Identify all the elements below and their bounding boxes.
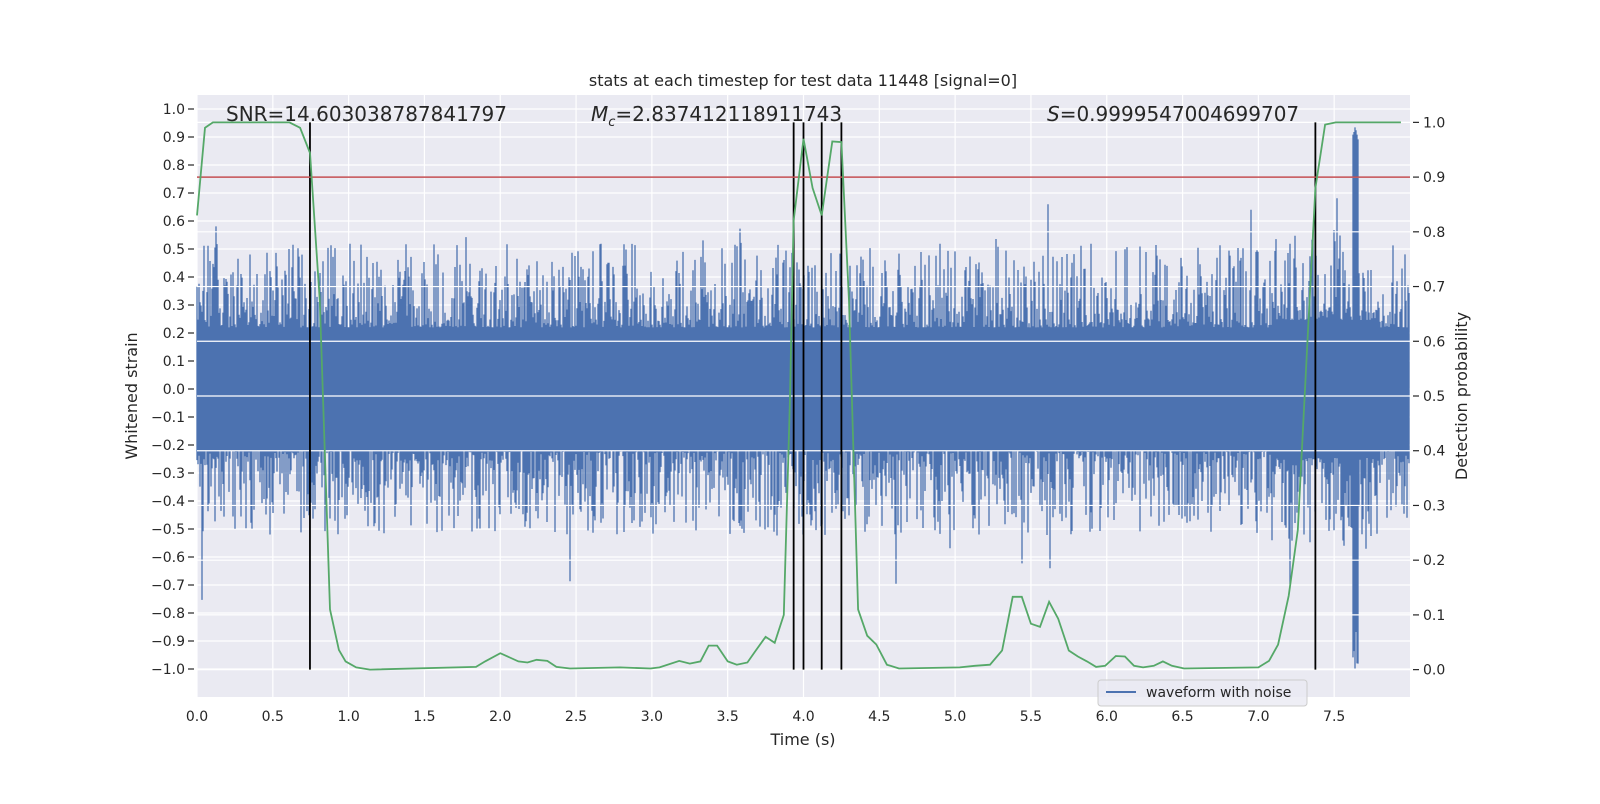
right-tick-label: 0.6 [1423,334,1445,350]
left-tick-label: −0.4 [151,494,185,510]
left-tick-label: −0.3 [151,466,185,482]
left-tick-label: 0.3 [163,298,185,314]
right-tick-label: 0.9 [1423,170,1445,186]
right-tick-label: 0.1 [1423,608,1445,624]
left-tick-label: 0.1 [163,354,185,370]
x-tick-label: 3.5 [717,709,739,725]
left-y-axis-label: Whitened strain [122,332,141,459]
x-tick-label: 2.5 [565,709,587,725]
x-tick-label: 7.0 [1247,709,1269,725]
left-tick-label: −0.9 [151,634,185,650]
left-tick-label: 1.0 [163,102,185,118]
left-tick-label: −0.5 [151,522,185,538]
right-tick-label: 0.4 [1423,444,1445,460]
x-tick-label: 7.5 [1323,709,1345,725]
chart: 0.0 0.5 1.0 1.5 2.0 2.5 3.0 3.5 4.0 4.5 5.0 5.5 6.0 6… [122,71,1471,749]
mc-subscript: c [608,115,615,130]
right-tick-label: 0.0 [1423,663,1445,679]
left-tick-label: 0.5 [163,242,185,258]
left-tick-label: 0.4 [163,270,185,286]
s-symbol: S [1047,102,1060,126]
left-tick-label: −0.8 [151,606,185,622]
legend: waveform with noise [1097,679,1308,707]
left-tick-label: −1.0 [151,662,185,678]
x-tick-label: 4.0 [792,709,814,725]
left-y-axis-ticks: 1.0 0.9 0.8 0.7 0.6 0.5 0.4 0.3 0.2 0.1 0.0 −0.1 −0.… [151,102,194,678]
right-tick-label: 1.0 [1423,115,1445,131]
x-tick-label: 1.0 [337,709,359,725]
left-tick-label: 0.2 [163,326,185,342]
right-tick-label: 0.8 [1423,225,1445,241]
x-tick-label: 6.5 [1171,709,1193,725]
right-tick-label: 0.5 [1423,389,1445,405]
left-tick-label: 0.9 [163,130,185,146]
right-tick-label: 0.2 [1423,553,1445,569]
x-tick-label: 0.0 [186,709,208,725]
x-axis-label: Time (s) [769,730,835,749]
x-tick-label: 5.0 [944,709,966,725]
left-tick-label: −0.1 [151,410,185,426]
left-tick-label: −0.6 [151,550,185,566]
left-tick-label: 0.6 [163,214,185,230]
left-tick-label: 0.0 [163,382,185,398]
left-tick-label: −0.7 [151,578,185,594]
mc-symbol: M [591,102,608,126]
s-value: =0.9999547004699707 [1060,102,1299,126]
right-tick-label: 0.7 [1423,280,1445,296]
s-annotation: S=0.9999547004699707 [1047,102,1299,126]
x-tick-label: 3.0 [641,709,663,725]
x-tick-label: 1.5 [413,709,435,725]
x-tick-label: 5.5 [1020,709,1042,725]
right-y-axis-ticks: 1.0 0.9 0.8 0.7 0.6 0.5 0.4 0.3 0.2 0.1 0.0 [1413,115,1445,679]
legend-label-waveform: waveform with noise [1146,685,1291,701]
left-tick-label: 0.7 [163,186,185,202]
right-y-axis-label: Detection probability [1452,312,1471,480]
x-tick-label: 0.5 [262,709,284,725]
chart-title: stats at each timestep for test data 114… [589,71,1017,90]
chirp-mass-annotation: Mc=2.837412118911743 [591,102,842,130]
right-tick-label: 0.3 [1423,498,1445,514]
x-tick-label: 4.5 [868,709,890,725]
left-tick-label: 0.8 [163,158,185,174]
mc-value: =2.837412118911743 [615,102,842,126]
x-axis-ticks: 0.0 0.5 1.0 1.5 2.0 2.5 3.0 3.5 4.0 4.5 5.0 5.5 6.0 6… [186,709,1345,725]
left-tick-label: −0.2 [151,438,185,454]
snr-annotation: SNR=14.603038787841797 [226,102,507,126]
x-tick-label: 6.0 [1096,709,1118,725]
x-tick-label: 2.0 [489,709,511,725]
